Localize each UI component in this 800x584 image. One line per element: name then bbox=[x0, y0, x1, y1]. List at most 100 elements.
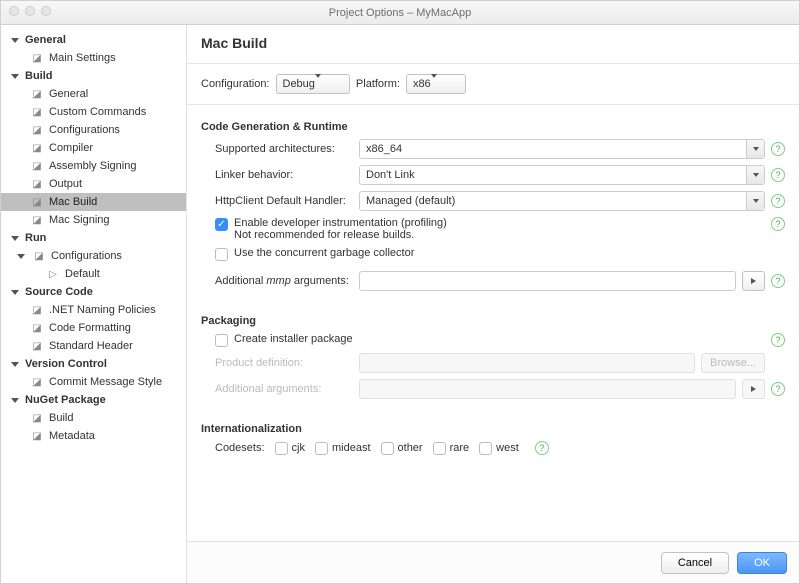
chevron-down-icon bbox=[746, 166, 764, 184]
configuration-label: Configuration: bbox=[201, 78, 270, 90]
codegen-section-title: Code Generation & Runtime bbox=[201, 121, 785, 133]
sidebar-item-label: Main Settings bbox=[49, 52, 116, 64]
sidebar-item-label: Custom Commands bbox=[49, 106, 146, 118]
mmp-args-input[interactable] bbox=[359, 271, 736, 291]
gear-icon: ◪ bbox=[33, 250, 45, 262]
linker-select[interactable]: Don't Link bbox=[359, 165, 765, 185]
sidebar-item[interactable]: ◪ Custom Commands bbox=[1, 103, 186, 121]
sidebar-item[interactable]: ◪Configurations bbox=[1, 247, 186, 265]
gear-icon: ◪ bbox=[31, 376, 43, 388]
help-icon[interactable]: ? bbox=[771, 168, 785, 182]
sidebar-item[interactable]: ◪Output bbox=[1, 175, 186, 193]
codeset-other-checkbox[interactable] bbox=[381, 442, 394, 455]
monitor-icon: ◪ bbox=[31, 196, 43, 208]
codesets-row: Codesets: cjk mideast other rare west ? bbox=[215, 441, 785, 455]
codeset-mideast-checkbox[interactable] bbox=[315, 442, 328, 455]
chevron-down-icon bbox=[746, 192, 764, 210]
sidebar-item[interactable]: ◪Mac Build bbox=[1, 193, 186, 211]
sidebar-item-label: Configurations bbox=[49, 124, 120, 136]
page-icon: ◪ bbox=[31, 340, 43, 352]
monitor-icon: ◪ bbox=[31, 214, 43, 226]
sidebar-item[interactable]: ◪Mac Signing bbox=[1, 211, 186, 229]
browse-button: Browse... bbox=[701, 353, 765, 373]
mmp-label: Additional mmp arguments: bbox=[201, 275, 359, 287]
help-icon[interactable]: ? bbox=[771, 333, 785, 347]
profiling-sublabel: Not recommended for release builds. bbox=[234, 229, 759, 241]
zoom-icon[interactable] bbox=[41, 6, 51, 16]
httpclient-label: HttpClient Default Handler: bbox=[201, 195, 359, 207]
ok-button[interactable]: OK bbox=[737, 552, 787, 574]
installer-label: Create installer package bbox=[234, 333, 759, 345]
sidebar-group[interactable]: Source Code bbox=[1, 283, 186, 301]
packaging-title: Packaging bbox=[201, 315, 785, 327]
sidebar-item-label: Compiler bbox=[49, 142, 93, 154]
sidebar-item[interactable]: ◪Code Formatting bbox=[1, 319, 186, 337]
configuration-select[interactable]: Debug bbox=[276, 74, 350, 94]
window-controls[interactable] bbox=[9, 6, 51, 16]
platform-label: Platform: bbox=[356, 78, 400, 90]
sign-icon: ◪ bbox=[31, 160, 43, 172]
disclosure-triangle-icon bbox=[11, 290, 19, 295]
disclosure-triangle-icon bbox=[11, 362, 19, 367]
help-icon[interactable]: ? bbox=[771, 142, 785, 156]
sidebar-item[interactable]: ◪Main Settings bbox=[1, 49, 186, 67]
cancel-button[interactable]: Cancel bbox=[661, 552, 729, 574]
box-icon: ◪ bbox=[31, 124, 43, 136]
sidebar-group[interactable]: Build bbox=[1, 67, 186, 85]
sidebar-item[interactable]: ◪ Configurations bbox=[1, 121, 186, 139]
sidebar-item[interactable]: ◪.NET Naming Policies bbox=[1, 301, 186, 319]
sidebar-item[interactable]: ◪Build bbox=[1, 409, 186, 427]
codeset-rare-checkbox[interactable] bbox=[433, 442, 446, 455]
sidebar-item-label: Build bbox=[49, 412, 73, 424]
gc-label: Use the concurrent garbage collector bbox=[234, 247, 759, 259]
help-icon[interactable]: ? bbox=[771, 382, 785, 396]
help-icon[interactable]: ? bbox=[771, 274, 785, 288]
chevron-down-icon bbox=[315, 78, 331, 90]
chevron-down-icon bbox=[431, 78, 447, 90]
page-icon: ◪ bbox=[31, 430, 43, 442]
sidebar-group[interactable]: Version Control bbox=[1, 355, 186, 373]
sidebar-item[interactable]: ▷ Default bbox=[1, 265, 186, 283]
product-defn-input bbox=[359, 353, 695, 373]
profiling-label: Enable developer instrumentation (profil… bbox=[234, 217, 759, 229]
help-icon[interactable]: ? bbox=[535, 441, 549, 455]
httpclient-select[interactable]: Managed (default) bbox=[359, 191, 765, 211]
titlebar: Project Options – MyMacApp bbox=[1, 1, 799, 25]
sidebar-item[interactable]: ◪Assembly Signing bbox=[1, 157, 186, 175]
codeset-cjk-checkbox[interactable] bbox=[275, 442, 288, 455]
compiler-icon: ◪ bbox=[31, 142, 43, 154]
profiling-checkbox[interactable]: ✓ bbox=[215, 218, 228, 231]
sidebar-item[interactable]: ◪General bbox=[1, 85, 186, 103]
content-pane: Mac Build Configuration: Debug Platform:… bbox=[187, 25, 799, 583]
output-icon: ◪ bbox=[31, 178, 43, 190]
disclosure-triangle-icon bbox=[11, 236, 19, 241]
sidebar-item[interactable]: ◪ Compiler bbox=[1, 139, 186, 157]
codeset-west-checkbox[interactable] bbox=[479, 442, 492, 455]
page-title: Mac Build bbox=[187, 25, 799, 64]
sidebar-group[interactable]: General bbox=[1, 31, 186, 49]
sidebar-group[interactable]: NuGet Package bbox=[1, 391, 186, 409]
close-icon[interactable] bbox=[9, 6, 19, 16]
platform-select[interactable]: x86 bbox=[406, 74, 466, 94]
codesets-label: Codesets: bbox=[215, 442, 265, 454]
minimize-icon[interactable] bbox=[25, 6, 35, 16]
installer-checkbox[interactable] bbox=[215, 334, 228, 347]
disclosure-triangle-icon bbox=[11, 38, 19, 43]
sidebar-item-label: Default bbox=[65, 268, 100, 280]
i18n-title: Internationalization bbox=[201, 423, 785, 435]
sidebar-group[interactable]: Run bbox=[1, 229, 186, 247]
gc-checkbox[interactable] bbox=[215, 248, 228, 261]
sidebar-item-label: .NET Naming Policies bbox=[49, 304, 156, 316]
window-title: Project Options – MyMacApp bbox=[329, 7, 471, 19]
help-icon[interactable]: ? bbox=[771, 217, 785, 231]
sidebar-item[interactable]: ◪Commit Message Style bbox=[1, 373, 186, 391]
packaging-addl-label: Additional arguments: bbox=[201, 383, 359, 395]
help-icon[interactable]: ? bbox=[771, 194, 785, 208]
sidebar-item[interactable]: ◪Metadata bbox=[1, 427, 186, 445]
mmp-run-button[interactable] bbox=[742, 271, 765, 291]
play-icon: ▷ bbox=[47, 268, 59, 280]
sidebar-item[interactable]: ◪Standard Header bbox=[1, 337, 186, 355]
play-icon: ◪ bbox=[31, 106, 43, 118]
supported-arch-select[interactable]: x86_64 bbox=[359, 139, 765, 159]
play-icon: ◪ bbox=[31, 88, 43, 100]
